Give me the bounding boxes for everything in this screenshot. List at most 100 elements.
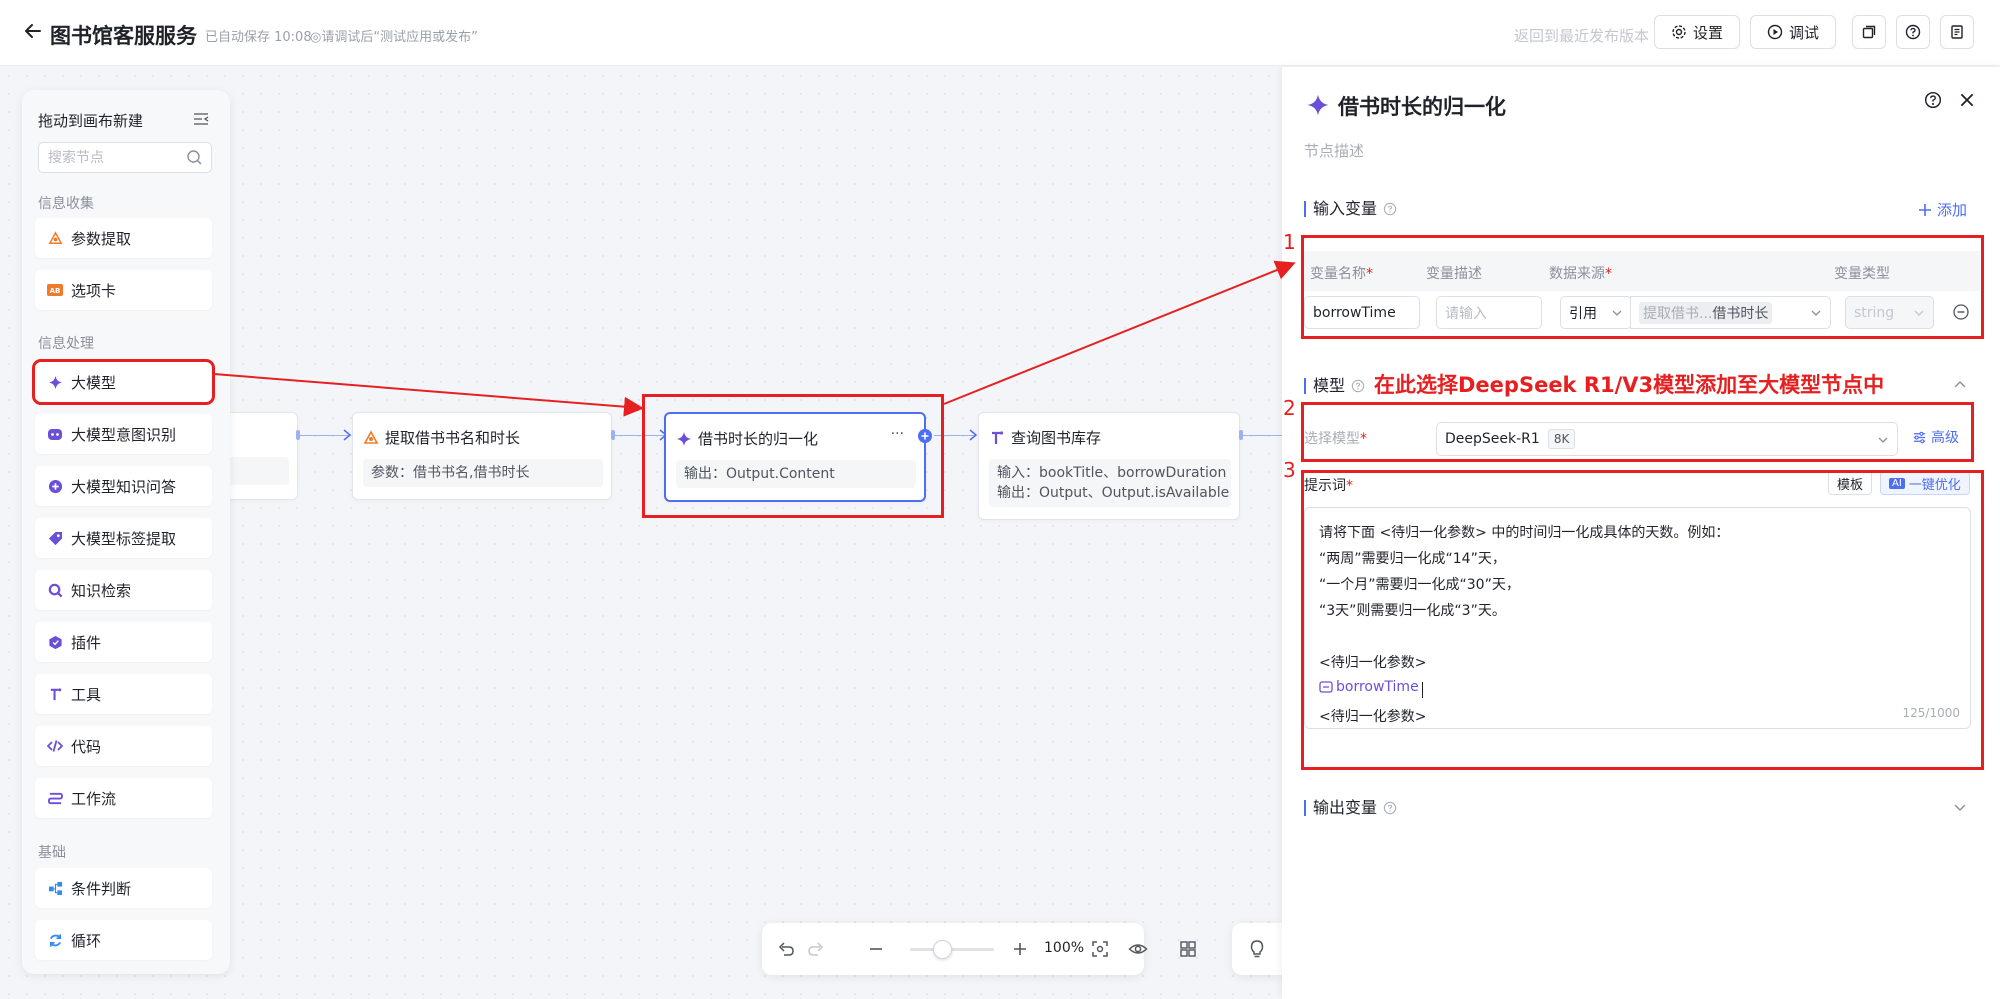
node-item-label: 大模型标签提取 xyxy=(71,529,177,548)
input-variables-title: 输入变量 xyxy=(1304,201,1397,217)
debug-button[interactable]: 调试 xyxy=(1750,15,1836,49)
redo-icon[interactable] xyxy=(806,939,826,959)
help-circle-icon[interactable] xyxy=(1383,801,1397,815)
flow-node-query-label: 查询图书库存 xyxy=(1011,429,1102,447)
workflow-icon xyxy=(47,792,63,804)
help-button[interactable] xyxy=(1896,15,1930,49)
flow-node-query[interactable]: 查询图书库存 输入：bookTitle、borrowDuration 输出：Ou… xyxy=(978,412,1240,520)
debug-hint: ◎请调试后“测试应用或发布” xyxy=(310,30,478,45)
app-header: 图书馆客服服务 已自动保存 10:08 ◎请调试后“测试应用或发布” 返回到最近… xyxy=(0,0,2000,66)
svg-text:AB: AB xyxy=(50,287,61,295)
add-variable-button[interactable]: 添加 xyxy=(1918,199,1967,220)
section-collect: 信息收集 xyxy=(38,196,94,212)
section-basic: 基础 xyxy=(38,845,66,861)
annotation-box-inputs xyxy=(1301,235,1984,339)
settings-label: 设置 xyxy=(1692,23,1723,42)
collapse-panel-icon[interactable] xyxy=(192,110,210,128)
zoom-in-icon[interactable] xyxy=(1010,939,1030,959)
plugin-icon xyxy=(48,635,62,649)
annotation-number-1: 1 xyxy=(1283,230,1296,254)
tool-icon xyxy=(50,687,61,700)
panel-title[interactable]: 借书时长的归一化 xyxy=(1338,91,1506,121)
add-label: 添加 xyxy=(1937,201,1968,219)
play-icon xyxy=(1767,24,1783,40)
node-item-loop[interactable]: 循环 xyxy=(35,920,212,960)
lightbulb-icon xyxy=(1250,940,1264,958)
copy-button[interactable] xyxy=(1852,15,1886,49)
question-icon[interactable] xyxy=(1924,91,1942,109)
settings-button[interactable]: 设置 xyxy=(1654,15,1740,49)
undo-icon[interactable] xyxy=(776,939,796,959)
loop-icon xyxy=(49,933,61,947)
node-item-intent[interactable]: 大模型意图识别 xyxy=(35,414,212,454)
param-extract-icon xyxy=(48,230,62,244)
node-item-label: 大模型意图识别 xyxy=(71,425,177,444)
annotation-number-2: 2 xyxy=(1283,396,1296,420)
node-item-option-card[interactable]: AB 选项卡 xyxy=(35,270,212,310)
flow-node-query-input: 输入：bookTitle、borrowDuration xyxy=(997,465,1227,481)
node-item-label: 循环 xyxy=(71,931,102,950)
option-card-icon: AB xyxy=(47,284,63,296)
flow-node-extract-label: 提取借书书名和时长 xyxy=(385,429,521,447)
branch-icon xyxy=(48,881,62,895)
zoom-out-icon[interactable] xyxy=(866,939,886,959)
help-circle-icon[interactable] xyxy=(1351,379,1365,393)
node-library-panel: 拖动到画布新建 信息收集 参数提取 AB 选项卡 信息处理 大模型 大模型意图识… xyxy=(22,90,230,974)
param-extract-icon xyxy=(363,429,379,444)
model-section-label: 模型 xyxy=(1313,376,1346,395)
annotation-box-model xyxy=(1301,402,1974,462)
search-icon xyxy=(48,583,62,597)
question-icon xyxy=(1905,24,1921,40)
eye-icon[interactable] xyxy=(1128,939,1148,959)
connector-edge xyxy=(1243,435,1283,436)
code-icon xyxy=(47,740,63,752)
node-item-code[interactable]: 代码 xyxy=(35,726,212,766)
node-item-label: 大模型知识问答 xyxy=(71,477,177,496)
input-section-label: 输入变量 xyxy=(1313,199,1378,218)
zoom-slider-knob[interactable] xyxy=(933,940,952,959)
revert-link[interactable]: 返回到最近发布版本 xyxy=(1514,25,1649,46)
tag-icon xyxy=(48,531,62,545)
copy-icon xyxy=(1862,25,1876,39)
back-arrow-icon[interactable] xyxy=(22,20,44,42)
zoom-slider-track[interactable] xyxy=(910,948,994,951)
minimap-icon[interactable] xyxy=(1178,939,1198,959)
fit-view-icon[interactable] xyxy=(1090,939,1110,959)
node-item-knowledge-search[interactable]: 知识检索 xyxy=(35,570,212,610)
autosave-status: 已自动保存 10:08 xyxy=(205,30,312,45)
model-annotation: 在此选择DeepSeek R1/V3模型添加至大模型节点中 xyxy=(1374,373,1885,397)
gear-icon xyxy=(1672,25,1686,39)
node-item-kb-qa[interactable]: 大模型知识问答 xyxy=(35,466,212,506)
document-icon xyxy=(1951,25,1963,39)
node-item-condition[interactable]: 条件判断 xyxy=(35,868,212,908)
canvas-toolbar: 100% xyxy=(762,923,1144,975)
robot-icon xyxy=(48,429,62,440)
node-item-tool[interactable]: 工具 xyxy=(35,674,212,714)
knowledge-qa-icon xyxy=(48,479,62,493)
node-description-input[interactable]: 节点描述 xyxy=(1304,140,1364,161)
help-circle-icon[interactable] xyxy=(1383,202,1397,216)
flow-node-extract-body: 参数：借书书名,借书时长 xyxy=(363,459,603,487)
zoom-level[interactable]: 100% xyxy=(1044,940,1084,956)
flow-node-query-output: 输出：Output、Output.isAvailable xyxy=(997,485,1230,501)
node-item-param-extract[interactable]: 参数提取 xyxy=(35,218,212,258)
chevron-up-icon[interactable] xyxy=(1952,377,1968,393)
search-icon xyxy=(187,150,202,165)
log-button[interactable] xyxy=(1940,15,1974,49)
plus-icon xyxy=(1919,203,1931,216)
flow-node-extract-title: 提取借书书名和时长 xyxy=(363,427,520,448)
node-item-label: 参数提取 xyxy=(71,229,132,248)
close-icon[interactable] xyxy=(1958,91,1976,109)
node-item-plugin[interactable]: 插件 xyxy=(35,622,212,662)
flow-node-extract[interactable]: 提取借书书名和时长 参数：借书书名,借书时长 xyxy=(352,412,612,500)
annotation-box-node xyxy=(642,394,944,518)
node-item-workflow[interactable]: 工作流 xyxy=(35,778,212,818)
chevron-down-icon[interactable] xyxy=(1952,799,1968,815)
tool-icon xyxy=(992,430,1004,444)
flow-node-query-body: 输入：bookTitle、borrowDuration 输出：Output、Ou… xyxy=(989,459,1231,507)
sparkle-icon xyxy=(48,375,62,389)
node-item-label: 代码 xyxy=(71,737,102,756)
node-item-tag-extract[interactable]: 大模型标签提取 xyxy=(35,518,212,558)
node-item-llm[interactable]: 大模型 xyxy=(32,359,215,405)
tips-button[interactable] xyxy=(1232,923,1282,975)
